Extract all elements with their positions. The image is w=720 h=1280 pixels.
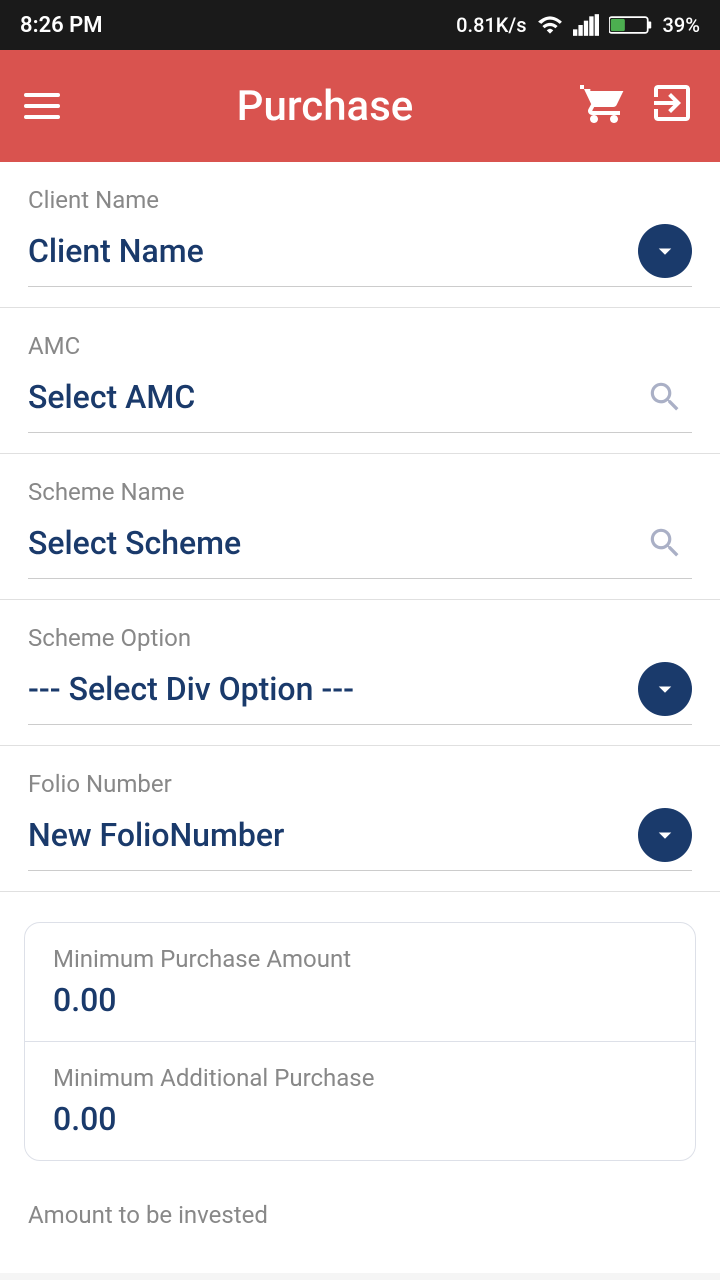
status-bar: 8:26 PM 0.81K/s 39%	[0, 0, 720, 50]
folio-number-dropdown[interactable]	[638, 808, 692, 862]
info-card: Minimum Purchase Amount 0.00 Minimum Add…	[24, 922, 696, 1161]
folio-number-label: Folio Number	[28, 770, 692, 798]
scheme-option-dropdown[interactable]	[638, 662, 692, 716]
app-bar-icons	[580, 79, 696, 134]
form-content: Client Name Client Name AMC Select AMC S…	[0, 162, 720, 1273]
scheme-name-label: Scheme Name	[28, 478, 692, 506]
menu-button[interactable]	[24, 93, 60, 119]
amount-label: Amount to be invested	[0, 1191, 720, 1233]
folio-number-value: New FolioNumber	[28, 816, 284, 854]
network-speed: 0.81K/s	[456, 13, 526, 37]
scheme-option-label: Scheme Option	[28, 624, 692, 652]
scheme-name-row[interactable]: Select Scheme	[28, 516, 692, 579]
battery-percent: 39%	[663, 13, 700, 37]
exit-icon	[648, 79, 696, 127]
status-right: 0.81K/s 39%	[456, 13, 700, 37]
min-additional-label: Minimum Additional Purchase	[53, 1064, 667, 1092]
client-name-label: Client Name	[28, 186, 692, 214]
wifi-icon	[537, 14, 563, 36]
amc-row[interactable]: Select AMC	[28, 370, 692, 433]
page-title: Purchase	[94, 82, 556, 131]
cart-button[interactable]	[580, 79, 628, 134]
amc-group: AMC Select AMC	[0, 308, 720, 454]
search-icon	[646, 524, 684, 562]
client-name-row[interactable]: Client Name	[28, 224, 692, 287]
min-additional-purchase-row: Minimum Additional Purchase 0.00	[25, 1041, 695, 1160]
folio-number-row[interactable]: New FolioNumber	[28, 808, 692, 871]
chevron-down-icon	[650, 674, 680, 704]
exit-button[interactable]	[648, 79, 696, 134]
battery-icon	[609, 14, 653, 36]
min-additional-value: 0.00	[53, 1100, 667, 1138]
scheme-search-icon-wrap	[638, 516, 692, 570]
status-time: 8:26 PM	[20, 13, 103, 38]
min-purchase-row: Minimum Purchase Amount 0.00	[25, 923, 695, 1041]
chevron-down-icon	[650, 236, 680, 266]
chevron-down-icon	[650, 820, 680, 850]
client-name-group: Client Name Client Name	[0, 162, 720, 308]
search-icon	[646, 378, 684, 416]
client-name-dropdown[interactable]	[638, 224, 692, 278]
signal-icon	[573, 14, 599, 36]
amc-value: Select AMC	[28, 378, 195, 416]
scheme-option-value: --- Select Div Option ---	[28, 670, 354, 708]
scheme-option-row[interactable]: --- Select Div Option ---	[28, 662, 692, 725]
client-name-value: Client Name	[28, 232, 204, 270]
min-purchase-value: 0.00	[53, 981, 667, 1019]
app-bar: Purchase	[0, 50, 720, 162]
amc-label: AMC	[28, 332, 692, 360]
scheme-name-value: Select Scheme	[28, 524, 241, 562]
folio-number-group: Folio Number New FolioNumber	[0, 746, 720, 892]
amc-search-icon-wrap	[638, 370, 692, 424]
scheme-name-group: Scheme Name Select Scheme	[0, 454, 720, 600]
scheme-option-group: Scheme Option --- Select Div Option ---	[0, 600, 720, 746]
cart-icon	[580, 79, 628, 127]
min-purchase-label: Minimum Purchase Amount	[53, 945, 667, 973]
